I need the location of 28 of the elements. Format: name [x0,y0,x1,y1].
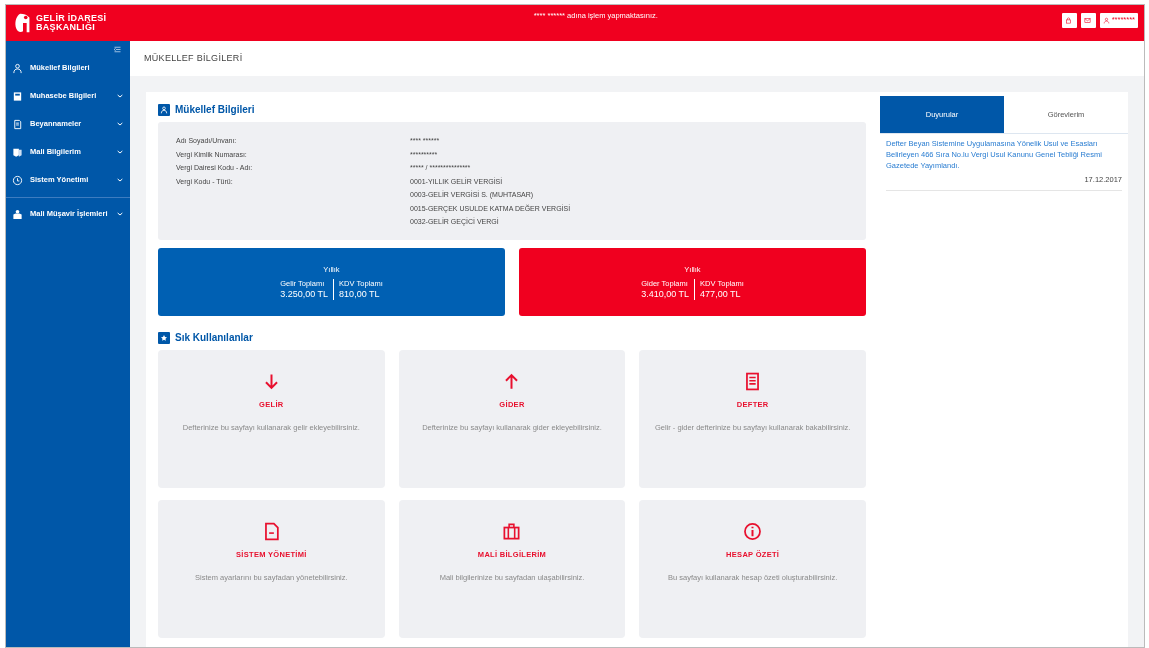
section-title: Mükellef Bilgileri [175,103,255,117]
section-title: Sık Kullanılanlar [175,331,253,345]
total-value: 3.410,00 TL [641,288,690,301]
chevron-icon [116,176,124,184]
clock-icon [12,174,23,186]
collapse-icon[interactable] [113,45,122,54]
chevron-icon [116,92,124,100]
chevron-icon [116,120,124,128]
logo-text: BAŞKANLIĞI [36,23,95,32]
chevron-icon [116,210,124,218]
user-icon [158,103,170,116]
document-icon [12,118,23,130]
calculator-icon [12,90,23,102]
lock-icon [1064,16,1072,24]
chevron-icon [116,148,124,156]
total-value: 810,00 TL [339,288,381,301]
briefcase-icon [502,522,522,541]
total-value: 3.250,00 TL [280,288,329,301]
lock-button[interactable] [1061,12,1077,28]
envelope-icon [1083,16,1091,24]
page-title: MÜKELLEF BİLGİLERİ [130,41,1144,76]
user-icon [1102,16,1110,24]
total-value: 477,00 TL [700,288,742,301]
mail-button[interactable] [1080,12,1096,28]
star-icon [158,331,170,344]
user-icon [12,62,23,74]
logo-text: GELİR İDARESİ [36,14,107,23]
info-icon [743,522,763,541]
